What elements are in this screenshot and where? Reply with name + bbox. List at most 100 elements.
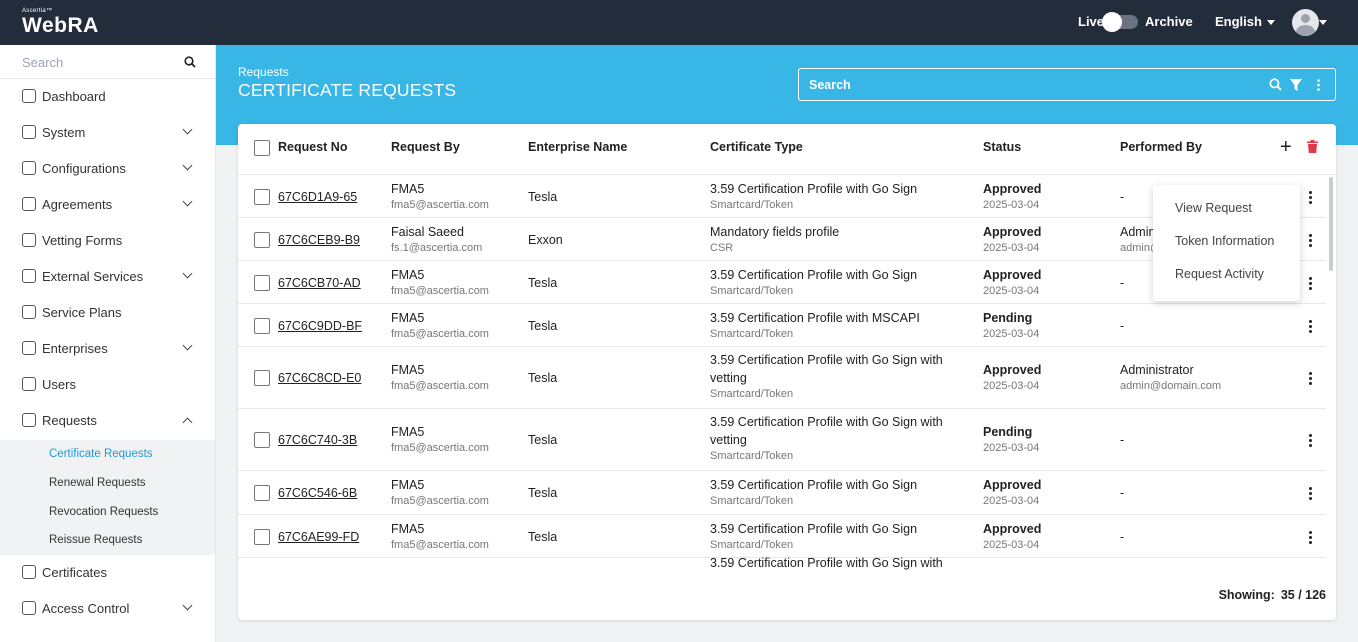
sidebar-subitem-certificate-requests[interactable]: Certificate Requests [49, 448, 153, 460]
enterprise-name-cell: Tesla [528, 433, 558, 447]
row-context-menu: View Request Token Information Request A… [1153, 185, 1300, 301]
row-checkbox[interactable] [254, 432, 270, 448]
sidebar-subitem-renewal-requests[interactable]: Renewal Requests [49, 477, 146, 489]
row-actions-icon[interactable] [1309, 434, 1313, 449]
sidebar-item-requests[interactable]: Requests [0, 403, 215, 439]
sidebar-item-dashboard[interactable]: Dashboard [0, 79, 215, 115]
chevron-down-icon[interactable] [182, 160, 193, 171]
request-no-link[interactable]: 67C6C740-3B [278, 431, 357, 449]
more-vertical-icon[interactable] [1317, 79, 1320, 91]
sidebar-item-certificates[interactable]: Certificates [0, 555, 215, 591]
breadcrumb[interactable]: Requests [238, 65, 289, 79]
filter-icon[interactable] [1290, 79, 1302, 91]
sidebar-item-label: Dashboard [42, 89, 106, 104]
request-by-cell: FMA5 fma5@ascertia.com [391, 266, 489, 298]
sidebar-subitem-revocation-requests[interactable]: Revocation Requests [49, 506, 158, 518]
column-header-request-no[interactable]: Request No [278, 140, 347, 154]
status-cell: Approved 2025-03-04 [983, 361, 1041, 393]
row-checkbox[interactable] [254, 485, 270, 501]
row-actions-icon[interactable] [1309, 487, 1313, 502]
row-checkbox[interactable] [254, 274, 270, 291]
request-no-link[interactable]: 67C6CB70-AD [278, 274, 361, 292]
avatar[interactable] [1292, 9, 1319, 36]
status-date: 2025-03-04 [983, 538, 1040, 551]
row-actions-icon[interactable] [1309, 190, 1313, 206]
sidebar-subitem-reissue-requests[interactable]: Reissue Requests [49, 534, 142, 546]
system-icon [22, 125, 36, 139]
column-header-status[interactable]: Status [983, 140, 1021, 154]
row-actions-icon[interactable] [1309, 276, 1313, 292]
menu-item-view-request[interactable]: View Request [1175, 201, 1252, 215]
lock-icon [22, 601, 36, 615]
sidebar-item-enterprises[interactable]: Enterprises [0, 331, 215, 367]
sidebar-item-label: Vetting Forms [42, 233, 123, 248]
chevron-down-icon[interactable] [182, 196, 193, 207]
row-actions-icon[interactable] [1309, 530, 1313, 546]
showing-label: Showing: [1218, 588, 1275, 602]
link-icon [22, 269, 36, 283]
select-all-checkbox[interactable] [254, 140, 270, 156]
table-row[interactable]: 67C6C9DD-BF FMA5 fma5@ascertia.com Tesla Pen… [238, 304, 1326, 347]
table-row[interactable]: 67C6C546-6B FMA5 fma5@ascertia.com Tesla App… [238, 471, 1326, 515]
certificate-type-cell: 3.59 Certification Profile with MSCAPI Sm… [710, 309, 960, 341]
webra-logo[interactable]: Ascertia™ WebRA [22, 8, 99, 37]
chevron-up-icon[interactable] [182, 417, 193, 428]
search-icon[interactable] [1269, 78, 1282, 91]
sidebar-search[interactable]: Search [0, 45, 215, 79]
row-actions-icon[interactable] [1309, 372, 1313, 387]
row-actions-icon[interactable] [1309, 319, 1313, 335]
column-header-request-by[interactable]: Request By [391, 140, 460, 154]
performed-by-cell: Administrator admin@domain.com [1120, 361, 1221, 393]
sidebar-item-agreements[interactable]: Agreements [0, 187, 215, 223]
column-header-performed-by[interactable]: Performed By [1120, 140, 1202, 154]
search-icon[interactable] [184, 56, 196, 68]
sidebar-item-users[interactable]: Users [0, 367, 215, 403]
sidebar-item-vetting-forms[interactable]: Vetting Forms [0, 223, 215, 259]
request-no-link[interactable]: 67C6C8CD-E0 [278, 369, 361, 387]
trash-icon[interactable] [1307, 140, 1318, 153]
user-menu-chevron-icon[interactable] [1319, 20, 1327, 25]
language-selector[interactable]: English [1215, 14, 1275, 29]
sidebar-item-configurations[interactable]: Configurations [0, 151, 215, 187]
status-date: 2025-03-04 [983, 198, 1040, 211]
chevron-down-icon[interactable] [182, 268, 193, 279]
menu-item-token-information[interactable]: Token Information [1175, 234, 1274, 248]
certificate-profile: 3.59 Certification Profile with MSCAPI [710, 310, 920, 325]
table-search-input[interactable]: Search [798, 68, 1336, 101]
requester-name: Faisal Saeed [391, 224, 464, 239]
sidebar-search-input[interactable]: Search [22, 55, 63, 70]
table-row[interactable]: 3.59 Certification Profile with Go Sign … [238, 556, 1326, 572]
add-icon[interactable]: + [1280, 137, 1292, 157]
requester-name: FMA5 [391, 521, 425, 536]
sidebar-item-system[interactable]: System [0, 115, 215, 151]
toggle-knob [1102, 12, 1122, 32]
request-no-link[interactable]: 67C6AE99-FD [278, 528, 359, 546]
request-no-link[interactable]: 67C6C546-6B [278, 484, 357, 502]
column-header-certificate-type[interactable]: Certificate Type [710, 140, 803, 154]
row-checkbox[interactable] [254, 528, 270, 545]
request-no-link[interactable]: 67C6D1A9-65 [278, 188, 357, 206]
certificate-type-sub: CSR [710, 241, 734, 254]
sidebar-item-service-plans[interactable]: Service Plans [0, 295, 215, 331]
request-no-link[interactable]: 67C6C9DD-BF [278, 317, 362, 335]
live-archive-toggle[interactable] [1102, 12, 1138, 32]
certificate-type-cell: 3.59 Certification Profile with Go Sign … [710, 413, 960, 463]
table-row[interactable]: 67C6AE99-FD FMA5 fma5@ascertia.com Tesla App… [238, 515, 1326, 558]
row-checkbox[interactable] [254, 317, 270, 334]
menu-item-request-activity[interactable]: Request Activity [1175, 267, 1264, 281]
certificate-profile: 3.59 Certification Profile with Go Sign [710, 181, 918, 196]
request-no-link[interactable]: 67C6CEB9-B9 [278, 231, 360, 249]
chevron-down-icon[interactable] [182, 124, 193, 135]
sidebar-item-external-services[interactable]: External Services [0, 259, 215, 295]
row-checkbox[interactable] [254, 370, 270, 386]
table-row[interactable]: 67C6C8CD-E0 FMA5 fma5@ascertia.com Tesla App… [238, 347, 1326, 409]
row-checkbox[interactable] [254, 188, 270, 205]
table-scrollbar[interactable] [1329, 177, 1333, 271]
table-row[interactable]: 67C6C740-3B FMA5 fma5@ascertia.com Tesla Pen… [238, 409, 1326, 471]
chevron-down-icon[interactable] [182, 600, 193, 611]
column-header-enterprise-name[interactable]: Enterprise Name [528, 140, 627, 154]
row-checkbox[interactable] [254, 231, 270, 248]
sidebar-item-access-control[interactable]: Access Control [0, 591, 215, 627]
chevron-down-icon[interactable] [182, 340, 193, 351]
row-actions-icon[interactable] [1309, 233, 1313, 249]
